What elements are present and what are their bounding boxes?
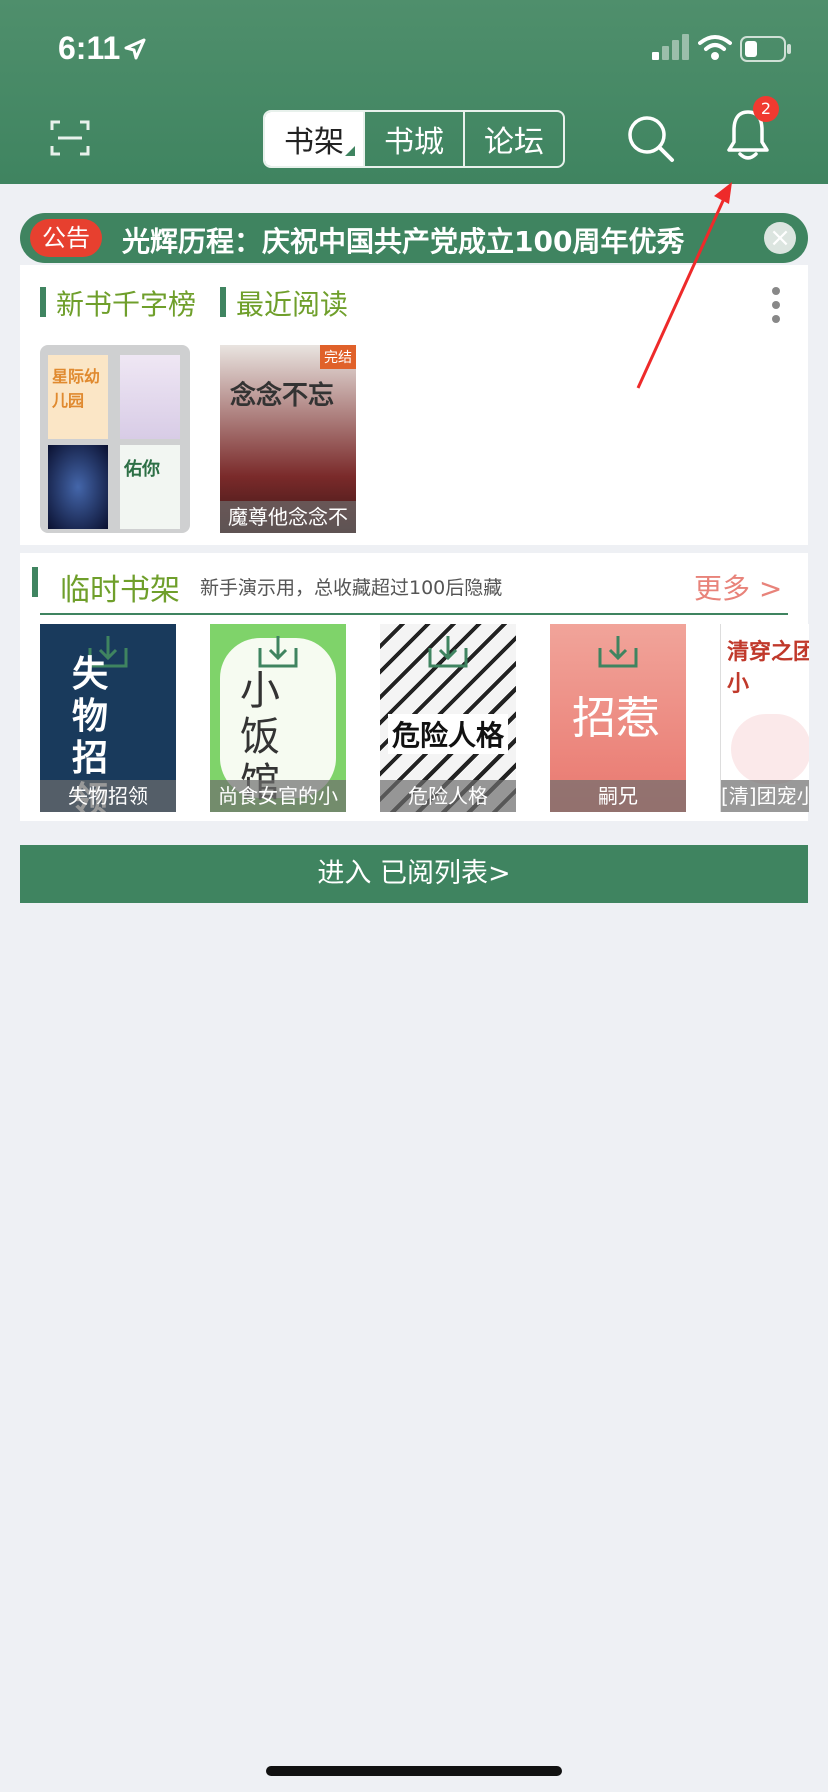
book-title: 尚食女官的小 <box>210 780 346 812</box>
book-title: 失物招领 <box>40 780 176 812</box>
annotation-arrow-icon <box>636 182 732 389</box>
book-cover[interactable]: 小饭馆 尚食女官的小 <box>210 624 346 812</box>
temp-shelf-title: 临时书架 <box>60 573 180 608</box>
cover-art-text: 招惹 <box>572 693 660 744</box>
book-title: 魔尊他念念不 <box>220 501 356 533</box>
download-icon[interactable] <box>256 634 300 670</box>
book-cover[interactable]: 失物招领 失物招领 <box>40 624 176 812</box>
temp-shelf-hint: 新手演示用，总收藏超过100后隐藏 <box>200 577 503 599</box>
folder-book-cover: 佑你 <box>120 445 180 529</box>
book-cover[interactable]: 危险人格 危险人格 <box>380 624 516 812</box>
book-title: [清]团宠小 <box>721 780 809 812</box>
book-title: 嗣兄 <box>550 780 686 812</box>
book-title: 危险人格 <box>380 780 516 812</box>
more-link[interactable]: 更多 > <box>694 567 782 607</box>
cover-art-text: 危险人格 <box>388 714 509 754</box>
book-cover[interactable]: 清穿之团宠小 [清]团宠小 <box>720 624 809 812</box>
cover-art-text: 清穿之团宠小 <box>727 640 809 697</box>
read-list-button[interactable]: 进入 已阅列表> <box>20 845 808 903</box>
divider <box>40 613 788 615</box>
home-indicator <box>266 1766 562 1776</box>
temp-shelf-card: 临时书架 新手演示用，总收藏超过100后隐藏 更多 > 失物招领 失物招领 小饭… <box>20 553 809 821</box>
book-cover[interactable]: 招惹 嗣兄 <box>550 624 686 812</box>
download-icon[interactable] <box>596 634 640 670</box>
download-icon[interactable] <box>426 634 470 670</box>
folder-book-title: 佑你 <box>124 459 160 480</box>
folder-book-cover <box>48 445 108 529</box>
section-marker <box>32 567 38 597</box>
